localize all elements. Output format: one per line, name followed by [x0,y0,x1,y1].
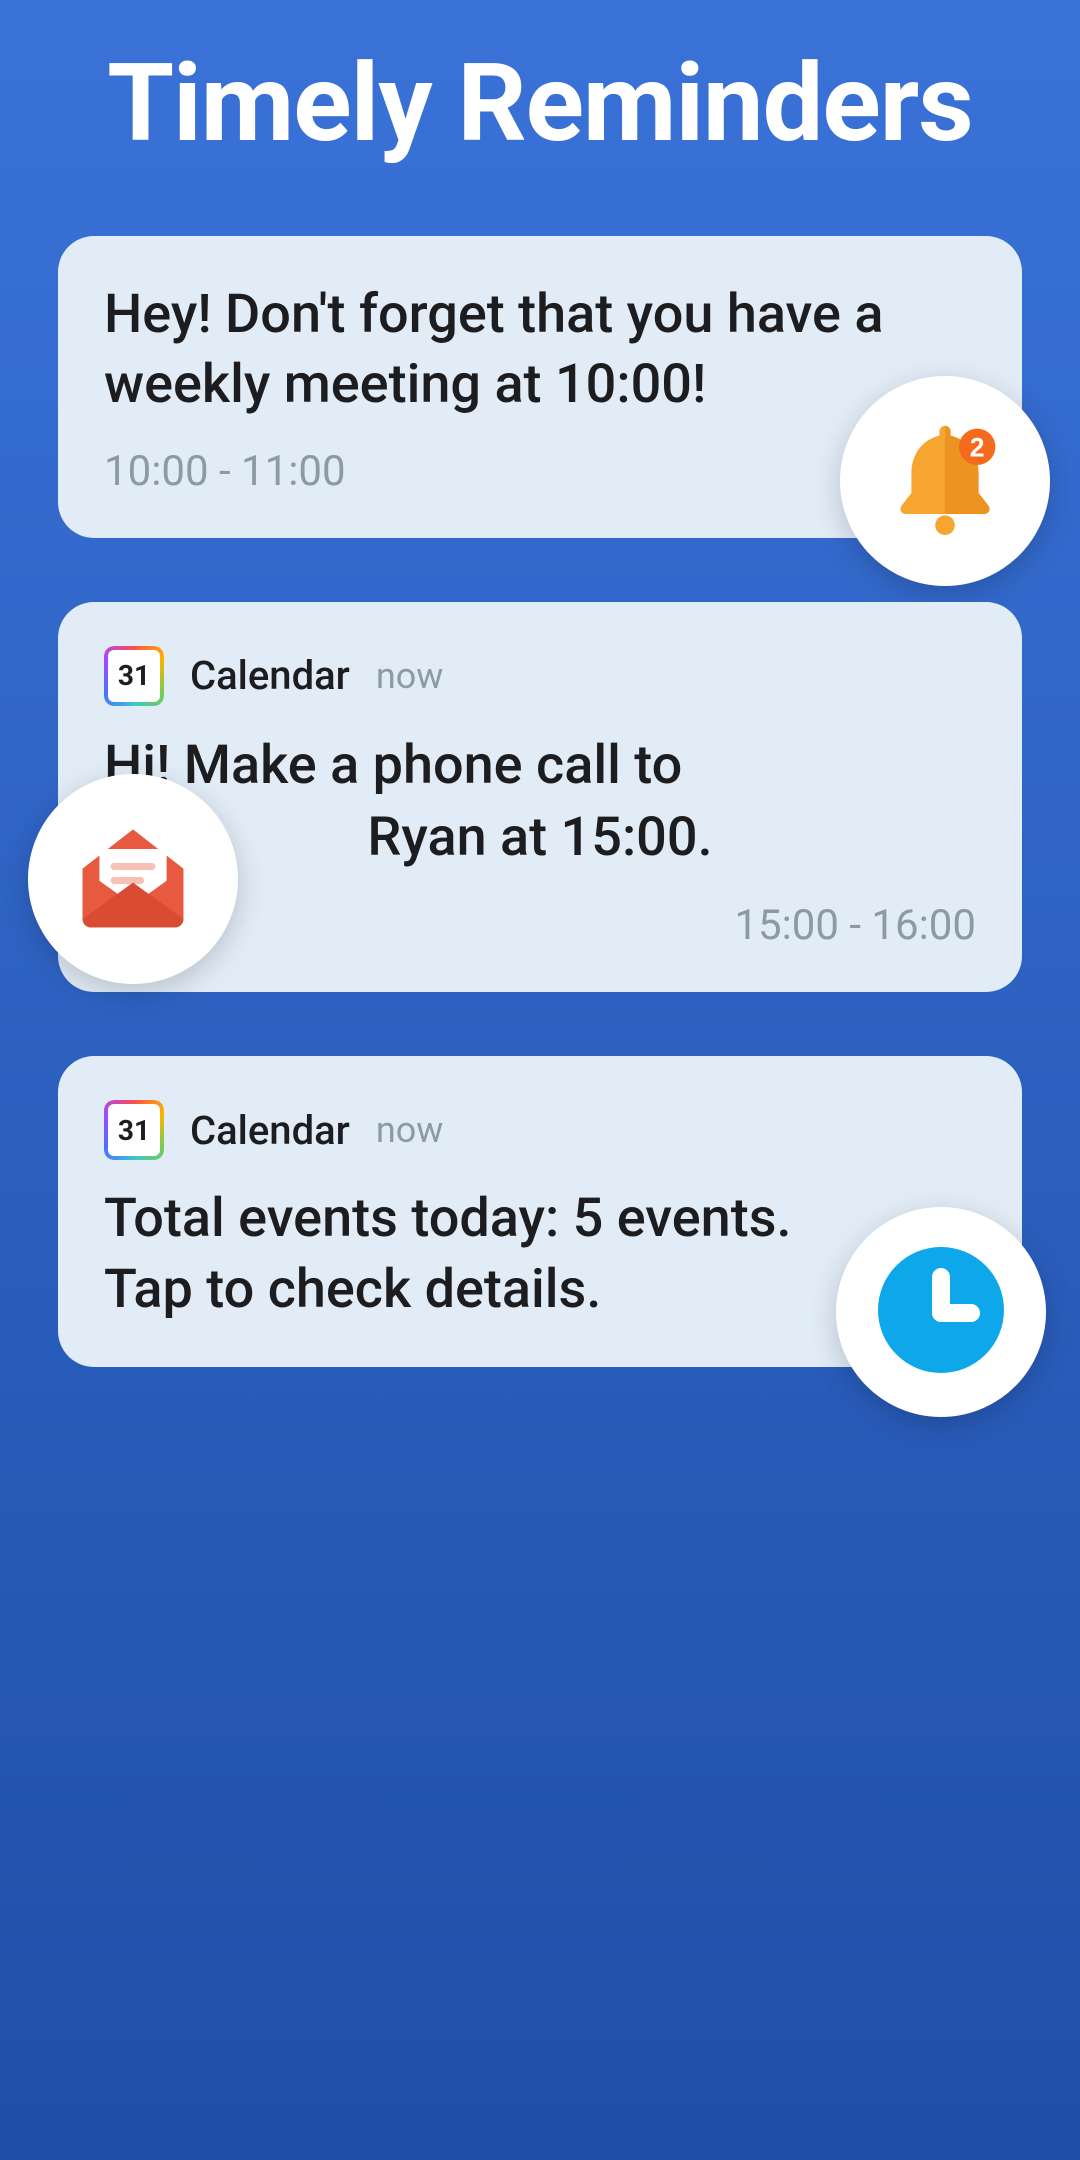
app-icon-day: 31 [118,659,150,692]
calendar-app-icon: 31 [104,1100,164,1160]
app-time: now [376,1109,443,1151]
card-body-line1: Hi! Make a phone call to [104,730,976,803]
clock-bubble [836,1207,1046,1417]
app-icon-day: 31 [118,1114,150,1147]
calendar-app-icon: 31 [104,646,164,706]
bell-icon: 2 [875,409,1015,553]
page-title: Timely Reminders [58,42,1022,166]
reminder-card-2[interactable]: 31 Calendar now Hi! Make a phone call to… [58,602,1022,993]
time-range: 15:00 - 16:00 [104,901,976,950]
svg-text:2: 2 [970,432,985,462]
card-body: Hey! Don't forget that you have a weekly… [104,280,976,420]
reminder-card-3[interactable]: 31 Calendar now Total events today: 5 ev… [58,1056,1022,1366]
app-name: Calendar [190,652,350,699]
app-time: now [376,655,443,697]
card-header: 31 Calendar now [104,1100,976,1160]
app-name: Calendar [190,1107,350,1154]
bell-bubble: 2 [840,376,1050,586]
reminder-card-1[interactable]: Hey! Don't forget that you have a weekly… [58,236,1022,537]
envelope-icon [63,807,203,951]
envelope-bubble [28,774,238,984]
clock-icon [866,1235,1016,1389]
card-header: 31 Calendar now [104,646,976,706]
